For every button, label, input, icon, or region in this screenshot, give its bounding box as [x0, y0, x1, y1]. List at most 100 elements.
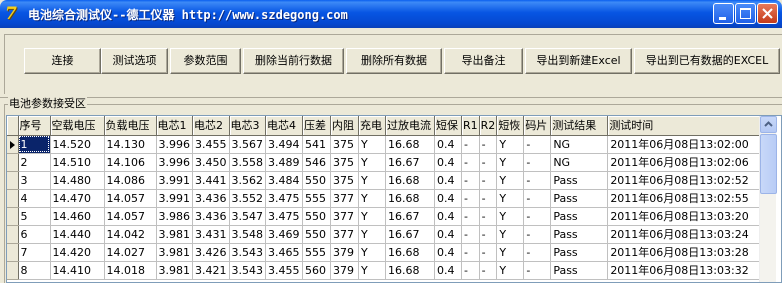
- table-cell[interactable]: 14.057: [104, 207, 157, 226]
- table-row[interactable]: 1 14.520 14.130 3.996 3.455 3.567 3.494 541 375 Y…: [7, 135, 777, 154]
- table-cell[interactable]: 375: [330, 171, 359, 190]
- table-cell[interactable]: 7: [18, 243, 51, 262]
- table-cell[interactable]: 3.484: [265, 171, 303, 190]
- table-row[interactable]: 3 14.480 14.086 3.991 3.441 3.562 3.484 550 375 Y…: [7, 171, 777, 190]
- table-cell[interactable]: 2011年06月08日13:02:06: [607, 153, 777, 172]
- table-cell[interactable]: 3.421: [192, 261, 230, 280]
- table-cell[interactable]: Y: [358, 243, 386, 262]
- table-cell[interactable]: -: [479, 243, 498, 262]
- table-cell[interactable]: 3.991: [156, 171, 193, 190]
- table-cell[interactable]: 14.027: [104, 243, 157, 262]
- row-indicator[interactable]: [7, 207, 19, 226]
- table-cell[interactable]: -: [523, 135, 552, 154]
- table-cell[interactable]: NG: [550, 135, 609, 154]
- table-cell[interactable]: 16.67: [385, 225, 435, 244]
- table-cell[interactable]: 3.431: [192, 225, 230, 244]
- table-cell[interactable]: 2011年06月08日13:02:55: [607, 189, 777, 208]
- column-header[interactable]: 序号: [18, 116, 51, 136]
- table-cell[interactable]: 2011年06月08日13:03:20: [607, 207, 777, 226]
- table-cell[interactable]: Y: [496, 243, 525, 262]
- table-cell[interactable]: Y: [358, 189, 386, 208]
- table-cell[interactable]: -: [479, 189, 498, 208]
- table-cell[interactable]: 14.460: [50, 207, 105, 226]
- row-indicator[interactable]: [7, 243, 19, 262]
- column-header[interactable]: 测试时间: [607, 116, 777, 136]
- table-cell[interactable]: 14.130: [104, 135, 157, 154]
- table-row[interactable]: 6 14.440 14.042 3.981 3.431 3.548 3.469 550 377 Y…: [7, 225, 777, 244]
- table-cell[interactable]: 14.086: [104, 171, 157, 190]
- table-cell[interactable]: Pass: [550, 243, 609, 262]
- table-cell[interactable]: 550: [302, 207, 331, 226]
- table-cell[interactable]: 3.494: [265, 135, 303, 154]
- table-cell[interactable]: 3.567: [229, 135, 266, 154]
- table-cell[interactable]: 3.558: [229, 153, 266, 172]
- row-indicator[interactable]: [7, 189, 19, 208]
- table-cell[interactable]: 379: [330, 243, 359, 262]
- table-cell[interactable]: 3.981: [156, 225, 193, 244]
- table-cell[interactable]: 379: [330, 261, 359, 280]
- table-cell[interactable]: Y: [358, 153, 386, 172]
- column-header[interactable]: 短恢: [496, 116, 525, 136]
- table-row[interactable]: 7 14.420 14.027 3.981 3.426 3.543 3.465 555 379 Y…: [7, 243, 777, 262]
- column-header[interactable]: 内阻: [330, 116, 359, 136]
- table-cell[interactable]: Y: [358, 135, 386, 154]
- table-cell[interactable]: 16.67: [385, 153, 435, 172]
- table-cell[interactable]: 8: [18, 261, 51, 280]
- table-cell[interactable]: 14.480: [50, 171, 105, 190]
- test-options-button[interactable]: 测试选项: [101, 48, 168, 74]
- data-table[interactable]: 序号 空载电压 负载电压 电芯1 电芯2 电芯3 电芯4 压差 内阻 充电 过放电流 短保 R1 R2 短恢…: [7, 116, 777, 280]
- table-cell[interactable]: Y: [358, 261, 386, 280]
- table-cell[interactable]: 3.455: [265, 261, 303, 280]
- table-cell[interactable]: 2: [18, 153, 51, 172]
- table-cell[interactable]: Y: [496, 261, 525, 280]
- table-cell[interactable]: Y: [358, 207, 386, 226]
- table-cell[interactable]: 3.981: [156, 243, 193, 262]
- table-cell[interactable]: 3.441: [192, 171, 230, 190]
- row-indicator[interactable]: [7, 171, 19, 190]
- table-cell[interactable]: 16.68: [385, 189, 435, 208]
- table-cell[interactable]: 3.543: [229, 261, 266, 280]
- table-cell[interactable]: 14.057: [104, 189, 157, 208]
- table-cell[interactable]: Y: [496, 153, 525, 172]
- table-cell[interactable]: Pass: [550, 261, 609, 280]
- maximize-button[interactable]: [735, 3, 756, 24]
- table-cell[interactable]: 6: [18, 225, 51, 244]
- table-cell[interactable]: 14.042: [104, 225, 157, 244]
- table-cell[interactable]: 3.996: [156, 135, 193, 154]
- table-cell[interactable]: 375: [330, 153, 359, 172]
- row-indicator[interactable]: [7, 135, 19, 154]
- table-cell[interactable]: 3.465: [265, 243, 303, 262]
- table-cell[interactable]: 3.455: [192, 135, 230, 154]
- table-cell[interactable]: -: [479, 261, 498, 280]
- table-cell[interactable]: 14.106: [104, 153, 157, 172]
- column-header[interactable]: 充电: [358, 116, 386, 136]
- table-cell[interactable]: Y: [496, 225, 525, 244]
- column-header[interactable]: 短保: [434, 116, 462, 136]
- table-cell[interactable]: -: [479, 153, 498, 172]
- table-cell[interactable]: Pass: [550, 207, 609, 226]
- table-cell[interactable]: 3.562: [229, 171, 266, 190]
- table-cell[interactable]: 3.996: [156, 153, 193, 172]
- scroll-thumb[interactable]: [760, 134, 777, 194]
- close-button[interactable]: [757, 3, 778, 24]
- table-row[interactable]: 2 14.510 14.106 3.996 3.450 3.558 3.489 546 375 Y…: [7, 153, 777, 172]
- export-remarks-button[interactable]: 导出备注: [444, 48, 523, 74]
- table-cell[interactable]: 4: [18, 189, 51, 208]
- table-cell[interactable]: 16.68: [385, 243, 435, 262]
- connect-button[interactable]: 连接: [24, 48, 101, 74]
- table-cell[interactable]: 14.520: [50, 135, 105, 154]
- table-cell[interactable]: -: [479, 207, 498, 226]
- table-cell[interactable]: 3.475: [265, 189, 303, 208]
- table-cell[interactable]: 3.489: [265, 153, 303, 172]
- column-header[interactable]: 电芯1: [156, 116, 193, 136]
- table-cell[interactable]: -: [523, 189, 552, 208]
- table-cell[interactable]: -: [461, 207, 480, 226]
- table-cell[interactable]: Y: [496, 135, 525, 154]
- row-indicator[interactable]: [7, 261, 19, 280]
- table-cell[interactable]: Pass: [550, 171, 609, 190]
- table-cell[interactable]: 3.986: [156, 207, 193, 226]
- column-header[interactable]: R1: [461, 116, 480, 136]
- table-cell[interactable]: Pass: [550, 225, 609, 244]
- title-bar[interactable]: 7 电池综合测试仪--德工仪器 http://www.szdegong.com: [0, 0, 782, 28]
- table-cell[interactable]: 3.436: [192, 207, 230, 226]
